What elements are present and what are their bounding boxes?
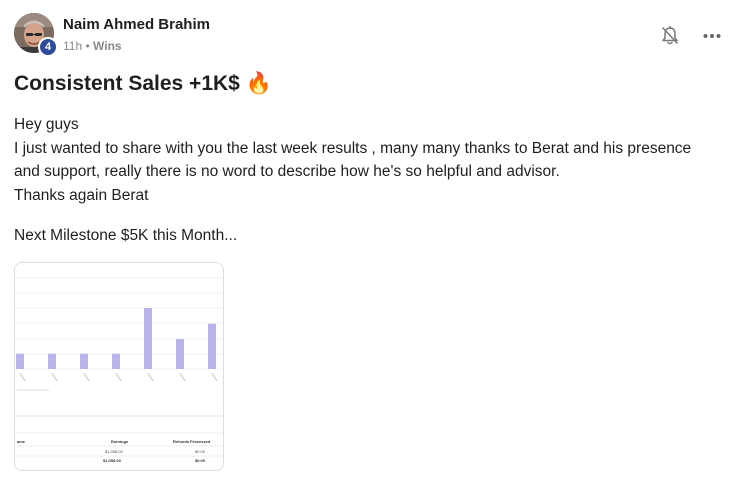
meta-separator: •	[85, 39, 90, 53]
post-body: Hey guys I just wanted to share with you…	[14, 113, 734, 207]
chart-bar	[112, 353, 120, 369]
post-time: 11h	[63, 39, 83, 53]
table-header-earnings: Earnings	[111, 439, 129, 444]
post-category[interactable]: Wins	[93, 39, 122, 53]
bell-icon[interactable]	[660, 26, 680, 46]
table-total-earnings: $1,058.00	[103, 458, 122, 463]
chart-bar	[16, 353, 24, 369]
post-title: Consistent Sales +1K$ 🔥	[14, 72, 272, 95]
chart-bar	[208, 323, 216, 369]
level-badge: 4	[38, 37, 58, 57]
table-header-name: ame	[17, 439, 26, 444]
post-body-line: and support, really there is no word to …	[14, 163, 560, 180]
table-total-refunds: $0.00	[195, 458, 206, 463]
post-actions	[660, 26, 722, 46]
post-milestone: Next Milestone $5K this Month...	[14, 227, 238, 244]
table-cell-refunds: $0.00	[195, 449, 206, 454]
chart-bar	[80, 353, 88, 369]
chart-bar	[144, 308, 152, 369]
post-body-line: Thanks again Berat	[14, 186, 149, 204]
post-body-line: Hey guys	[14, 116, 79, 133]
table-cell-earnings: $1,058.00	[105, 449, 124, 454]
attachment-thumbnail[interactable]: ame Earnings Refunds Processed $1,058.00…	[14, 262, 224, 471]
more-options-icon[interactable]	[702, 26, 722, 46]
chart-bar	[176, 339, 184, 369]
table-header-refunds: Refunds Processed	[173, 439, 211, 444]
attachment-chart: ame Earnings Refunds Processed $1,058.00…	[15, 263, 223, 470]
post-header: 4 Naim Ahmed Brahim 11h • Wins	[14, 13, 210, 57]
post-card: 4 Naim Ahmed Brahim 11h • Wins Consisten…	[0, 0, 752, 482]
post-body-line: I just wanted to share with you the last…	[14, 139, 692, 157]
author-avatar-wrapper[interactable]: 4	[14, 13, 58, 57]
post-meta: Naim Ahmed Brahim 11h • Wins	[63, 13, 210, 54]
author-name[interactable]: Naim Ahmed Brahim	[63, 15, 210, 35]
chart-bar	[48, 353, 56, 369]
post-subline: 11h • Wins	[63, 38, 210, 54]
